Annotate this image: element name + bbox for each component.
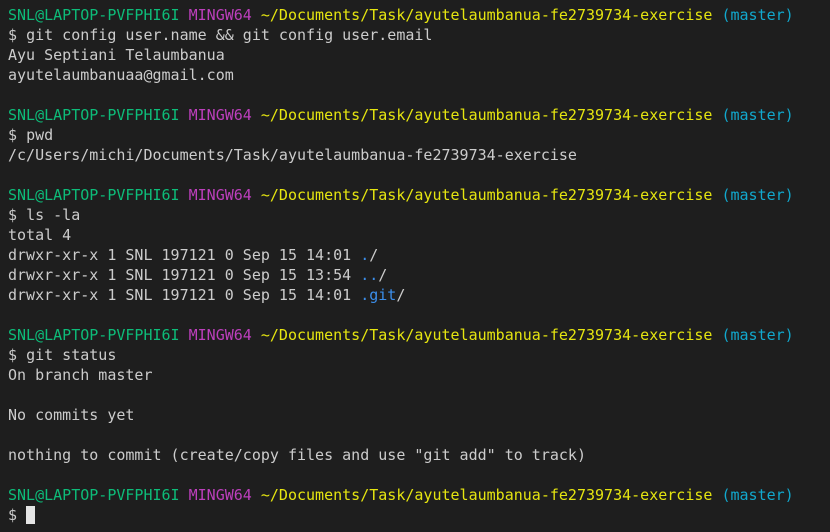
output-line: total 4 — [8, 226, 72, 244]
command-line: $ pwd — [8, 125, 830, 145]
prompt-path: ~/Documents/Task/ayutelaumbanua-fe273973… — [260, 326, 713, 344]
output-line: ayutelaumbanuaa@gmail.com — [8, 66, 234, 84]
prompt-line: SNL@LAPTOP-PVFPHI6I MINGW64 ~/Documents/… — [8, 105, 830, 125]
text-cursor[interactable] — [26, 506, 36, 524]
ls-entry: drwxr-xr-x 1 SNL 197121 0 Sep 15 13:54 .… — [8, 265, 830, 285]
ls-entry-suffix: / — [378, 266, 388, 284]
prompt-system: MINGW64 — [188, 106, 252, 124]
prompt-path: ~/Documents/Task/ayutelaumbanua-fe273973… — [260, 486, 713, 504]
ls-entry-suffix: / — [369, 246, 379, 264]
prompt-symbol: $ — [8, 506, 18, 524]
ls-entry: drwxr-xr-x 1 SNL 197121 0 Sep 15 14:01 .… — [8, 245, 830, 265]
prompt-branch: (master) — [721, 106, 794, 124]
prompt-line: SNL@LAPTOP-PVFPHI6I MINGW64 ~/Documents/… — [8, 5, 830, 25]
ls-entry-meta: drwxr-xr-x 1 SNL 197121 0 Sep 15 14:01 — [8, 286, 352, 304]
prompt-user-host: SNL@LAPTOP-PVFPHI6I — [8, 6, 180, 24]
command-line: $ git config user.name && git config use… — [8, 25, 830, 45]
prompt-system: MINGW64 — [188, 186, 252, 204]
prompt-line: SNL@LAPTOP-PVFPHI6I MINGW64 ~/Documents/… — [8, 485, 830, 505]
terminal-window[interactable]: SNL@LAPTOP-PVFPHI6I MINGW64 ~/Documents/… — [0, 0, 830, 532]
ls-entry-meta: drwxr-xr-x 1 SNL 197121 0 Sep 15 14:01 — [8, 246, 352, 264]
command-text: ls -la — [26, 206, 81, 224]
output-line: Ayu Septiani Telaumbanua — [8, 46, 225, 64]
prompt-branch: (master) — [721, 6, 794, 24]
command-text: git status — [26, 346, 117, 364]
command-text: git config user.name && git config user.… — [26, 26, 433, 44]
prompt-path: ~/Documents/Task/ayutelaumbanua-fe273973… — [260, 186, 713, 204]
prompt-symbol: $ — [8, 206, 18, 224]
prompt-branch: (master) — [721, 486, 794, 504]
prompt-system: MINGW64 — [188, 6, 252, 24]
ls-entry-name: . — [360, 246, 370, 264]
output-line: No commits yet — [8, 406, 135, 424]
prompt-line: SNL@LAPTOP-PVFPHI6I MINGW64 ~/Documents/… — [8, 185, 830, 205]
prompt-path: ~/Documents/Task/ayutelaumbanua-fe273973… — [260, 6, 713, 24]
output-line: nothing to commit (create/copy files and… — [8, 446, 586, 464]
ls-entry: drwxr-xr-x 1 SNL 197121 0 Sep 15 14:01 .… — [8, 285, 830, 305]
prompt-system: MINGW64 — [188, 486, 252, 504]
prompt-system: MINGW64 — [188, 326, 252, 344]
command-line: $ ls -la — [8, 205, 830, 225]
command-text: pwd — [26, 126, 54, 144]
ls-entry-name: .. — [360, 266, 379, 284]
command-line: $ git status — [8, 345, 830, 365]
prompt-line: SNL@LAPTOP-PVFPHI6I MINGW64 ~/Documents/… — [8, 325, 830, 345]
prompt-user-host: SNL@LAPTOP-PVFPHI6I — [8, 186, 180, 204]
prompt-symbol: $ — [8, 126, 18, 144]
prompt-branch: (master) — [721, 186, 794, 204]
prompt-symbol: $ — [8, 26, 18, 44]
prompt-user-host: SNL@LAPTOP-PVFPHI6I — [8, 486, 180, 504]
ls-entry-suffix: / — [396, 286, 406, 304]
prompt-symbol: $ — [8, 346, 18, 364]
prompt-branch: (master) — [721, 326, 794, 344]
output-line: /c/Users/michi/Documents/Task/ayutelaumb… — [8, 146, 577, 164]
prompt-user-host: SNL@LAPTOP-PVFPHI6I — [8, 326, 180, 344]
output-line: On branch master — [8, 366, 153, 384]
prompt-path: ~/Documents/Task/ayutelaumbanua-fe273973… — [260, 106, 713, 124]
prompt-user-host: SNL@LAPTOP-PVFPHI6I — [8, 106, 180, 124]
ls-entry-name: .git — [360, 286, 397, 304]
active-command-line[interactable]: $ — [8, 505, 830, 525]
ls-entry-meta: drwxr-xr-x 1 SNL 197121 0 Sep 15 13:54 — [8, 266, 352, 284]
